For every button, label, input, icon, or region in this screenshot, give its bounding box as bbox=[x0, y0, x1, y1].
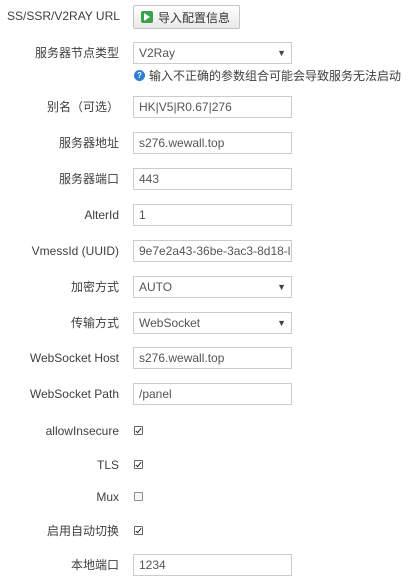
allow-insecure-checkbox[interactable] bbox=[134, 426, 143, 435]
alter-id-row: AlterId 1 bbox=[0, 202, 412, 228]
server-type-select[interactable]: V2Ray ▼ bbox=[133, 42, 292, 64]
tls-row: TLS bbox=[0, 452, 412, 478]
auto-switch-row: 启用自动切换 bbox=[0, 518, 412, 544]
ws-host-row: WebSocket Host s276.wewall.top bbox=[0, 345, 412, 371]
allow-insecure-label: allowInsecure bbox=[45, 424, 119, 438]
play-icon bbox=[141, 11, 153, 23]
transport-label: 传输方式 bbox=[70, 316, 119, 330]
import-config-button-label: 导入配置信息 bbox=[158, 10, 231, 25]
vmess-id-label: VmessId (UUID) bbox=[31, 244, 119, 258]
ws-host-input[interactable]: s276.wewall.top bbox=[133, 347, 292, 369]
alter-id-label: AlterId bbox=[84, 208, 119, 222]
transport-select[interactable]: WebSocket ▼ bbox=[133, 312, 292, 334]
encryption-value: AUTO bbox=[139, 280, 173, 294]
mux-row: Mux bbox=[0, 484, 412, 510]
auto-switch-checkbox[interactable] bbox=[134, 526, 143, 535]
encryption-select[interactable]: AUTO ▼ bbox=[133, 276, 292, 298]
info-icon: ? bbox=[134, 69, 145, 81]
address-row: 服务器地址 s276.wewall.top bbox=[0, 130, 412, 156]
port-input[interactable]: 443 bbox=[133, 168, 292, 190]
vmess-id-input[interactable]: 9e7e2a43-36be-3ac3-8d18-l bbox=[133, 240, 292, 262]
import-row: SS/SSR/V2RAY URL 导入配置信息 bbox=[0, 3, 412, 29]
transport-row: 传输方式 WebSocket ▼ bbox=[0, 310, 412, 336]
chevron-down-icon: ▼ bbox=[277, 282, 286, 292]
tls-checkbox[interactable] bbox=[134, 460, 143, 469]
server-type-label: 服务器节点类型 bbox=[34, 46, 119, 60]
mux-checkbox[interactable] bbox=[134, 492, 143, 501]
local-port-row: 本地端口 1234 bbox=[0, 552, 412, 578]
address-label: 服务器地址 bbox=[58, 136, 119, 150]
vmess-id-row: VmessId (UUID) 9e7e2a43-36be-3ac3-8d18-l bbox=[0, 238, 412, 264]
mux-label: Mux bbox=[96, 490, 119, 504]
ws-path-input[interactable]: /panel bbox=[133, 383, 292, 405]
server-type-hint: ? 输入不正确的参数组合可能会导致服务无法启动 bbox=[134, 68, 402, 83]
alias-input[interactable]: HK|V5|R0.67|276 bbox=[133, 96, 292, 118]
port-row: 服务器端口 443 bbox=[0, 166, 412, 192]
ws-path-row: WebSocket Path /panel bbox=[0, 381, 412, 407]
server-type-hint-text: 输入不正确的参数组合可能会导致服务无法启动 bbox=[149, 68, 402, 83]
alias-label: 别名（可选） bbox=[46, 100, 119, 114]
local-port-label: 本地端口 bbox=[70, 558, 119, 572]
port-label: 服务器端口 bbox=[58, 172, 119, 186]
auto-switch-label: 启用自动切换 bbox=[46, 524, 119, 538]
server-type-row: 服务器节点类型 V2Ray ▼ bbox=[0, 40, 412, 66]
alias-row: 别名（可选） HK|V5|R0.67|276 bbox=[0, 94, 412, 120]
transport-value: WebSocket bbox=[139, 316, 201, 330]
ws-host-label: WebSocket Host bbox=[29, 351, 119, 365]
chevron-down-icon: ▼ bbox=[277, 318, 286, 328]
tls-label: TLS bbox=[96, 458, 119, 472]
address-input[interactable]: s276.wewall.top bbox=[133, 132, 292, 154]
alter-id-input[interactable]: 1 bbox=[133, 204, 292, 226]
import-config-button[interactable]: 导入配置信息 bbox=[133, 5, 241, 29]
chevron-down-icon: ▼ bbox=[277, 48, 286, 58]
ws-path-label: WebSocket Path bbox=[29, 387, 119, 401]
encryption-row: 加密方式 AUTO ▼ bbox=[0, 274, 412, 300]
encryption-label: 加密方式 bbox=[70, 280, 119, 294]
server-type-value: V2Ray bbox=[139, 46, 176, 60]
local-port-input[interactable]: 1234 bbox=[133, 554, 292, 576]
import-url-label: SS/SSR/V2RAY URL bbox=[7, 9, 120, 23]
allow-insecure-row: allowInsecure bbox=[0, 418, 412, 444]
